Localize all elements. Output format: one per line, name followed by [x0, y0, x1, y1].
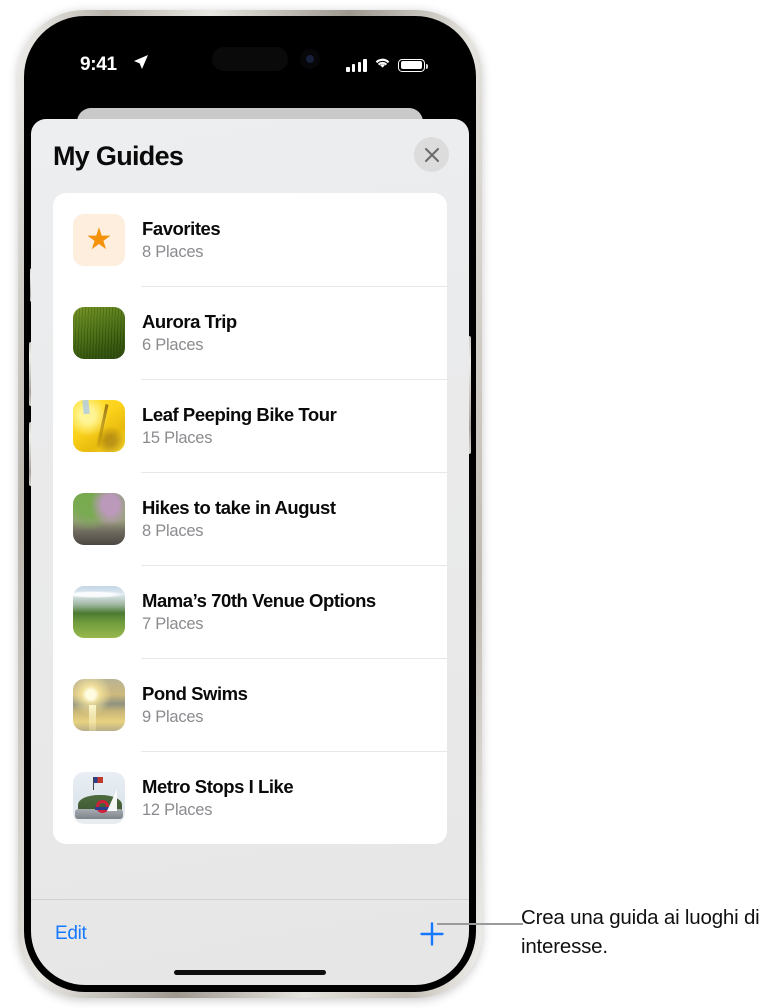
screenshot-canvas: 9:41 My Guides ★ Favorites 8 Places Auro…: [0, 0, 782, 1008]
callout-leader-line: [437, 923, 523, 925]
status-bar: 9:41: [31, 23, 469, 85]
sheet-empty-space: [31, 844, 469, 899]
battery-full-icon: [398, 58, 428, 72]
list-item-text: Metro Stops I Like 12 Places: [142, 775, 294, 821]
sheet-header: My Guides: [31, 119, 469, 193]
yellow-leaves-photo: [73, 399, 125, 452]
bottom-toolbar: Edit: [31, 899, 469, 985]
plus-icon: [419, 921, 445, 950]
cellular-signal-icon: [346, 58, 367, 72]
list-item[interactable]: Leaf Peeping Bike Tour 15 Places: [53, 379, 447, 472]
guide-title: Leaf Peeping Bike Tour: [142, 403, 337, 425]
list-item[interactable]: Metro Stops I Like 12 Places: [53, 751, 447, 844]
guide-title: Aurora Trip: [142, 310, 237, 332]
list-item-text: Pond Swims 9 Places: [142, 682, 248, 728]
status-bar-indicators: [346, 56, 428, 74]
grass-photo: [73, 306, 125, 359]
iphone-device-frame: 9:41 My Guides ★ Favorites 8 Places Auro…: [18, 10, 482, 998]
guide-title: Hikes to take in August: [142, 496, 336, 518]
list-item[interactable]: ★ Favorites 8 Places: [53, 193, 447, 286]
list-item[interactable]: Pond Swims 9 Places: [53, 658, 447, 751]
guide-place-count: 9 Places: [142, 707, 204, 726]
meadow-photo: [73, 585, 125, 638]
page-title: My Guides: [53, 140, 184, 171]
guide-title: Metro Stops I Like: [142, 775, 294, 797]
location-arrow-icon: [133, 54, 149, 75]
star-icon: ★: [85, 222, 113, 256]
wifi-icon: [374, 56, 391, 74]
close-icon: [424, 147, 440, 163]
list-item-text: Leaf Peeping Bike Tour 15 Places: [142, 403, 337, 449]
guide-place-count: 8 Places: [142, 242, 204, 261]
status-bar-time: 9:41: [80, 54, 117, 75]
guide-place-count: 15 Places: [142, 428, 213, 447]
forest-trail-photo: [73, 492, 125, 545]
list-item-text: Mama’s 70th Venue Options 7 Places: [142, 589, 376, 635]
list-item-text: Favorites 8 Places: [142, 217, 221, 263]
home-indicator: [174, 969, 326, 975]
device-bezel: 9:41 My Guides ★ Favorites 8 Places Auro…: [24, 16, 476, 992]
star-tile: ★: [73, 213, 125, 266]
guide-place-count: 12 Places: [142, 800, 213, 819]
guide-title: Pond Swims: [142, 682, 248, 704]
guides-list: ★ Favorites 8 Places Aurora Trip 6 Place…: [53, 193, 447, 844]
list-item[interactable]: Hikes to take in August 8 Places: [53, 472, 447, 565]
device-screen: 9:41 My Guides ★ Favorites 8 Places Auro…: [31, 23, 469, 985]
sunset-pond-photo: [73, 678, 125, 731]
edit-button[interactable]: Edit: [55, 923, 87, 945]
guide-place-count: 8 Places: [142, 521, 204, 540]
list-item[interactable]: Aurora Trip 6 Places: [53, 286, 447, 379]
metro-monument-photo: [73, 771, 125, 824]
close-button[interactable]: [414, 137, 449, 172]
guide-place-count: 6 Places: [142, 335, 204, 354]
callout-text: Crea una guida ai luoghi di interesse.: [521, 906, 760, 959]
my-guides-sheet: My Guides ★ Favorites 8 Places Aurora Tr…: [31, 119, 469, 985]
guide-place-count: 7 Places: [142, 614, 204, 633]
list-item[interactable]: Mama’s 70th Venue Options 7 Places: [53, 565, 447, 658]
guide-title: Favorites: [142, 217, 221, 239]
guide-title: Mama’s 70th Venue Options: [142, 589, 376, 611]
list-item-text: Aurora Trip 6 Places: [142, 310, 237, 356]
list-item-text: Hikes to take in August 8 Places: [142, 496, 336, 542]
